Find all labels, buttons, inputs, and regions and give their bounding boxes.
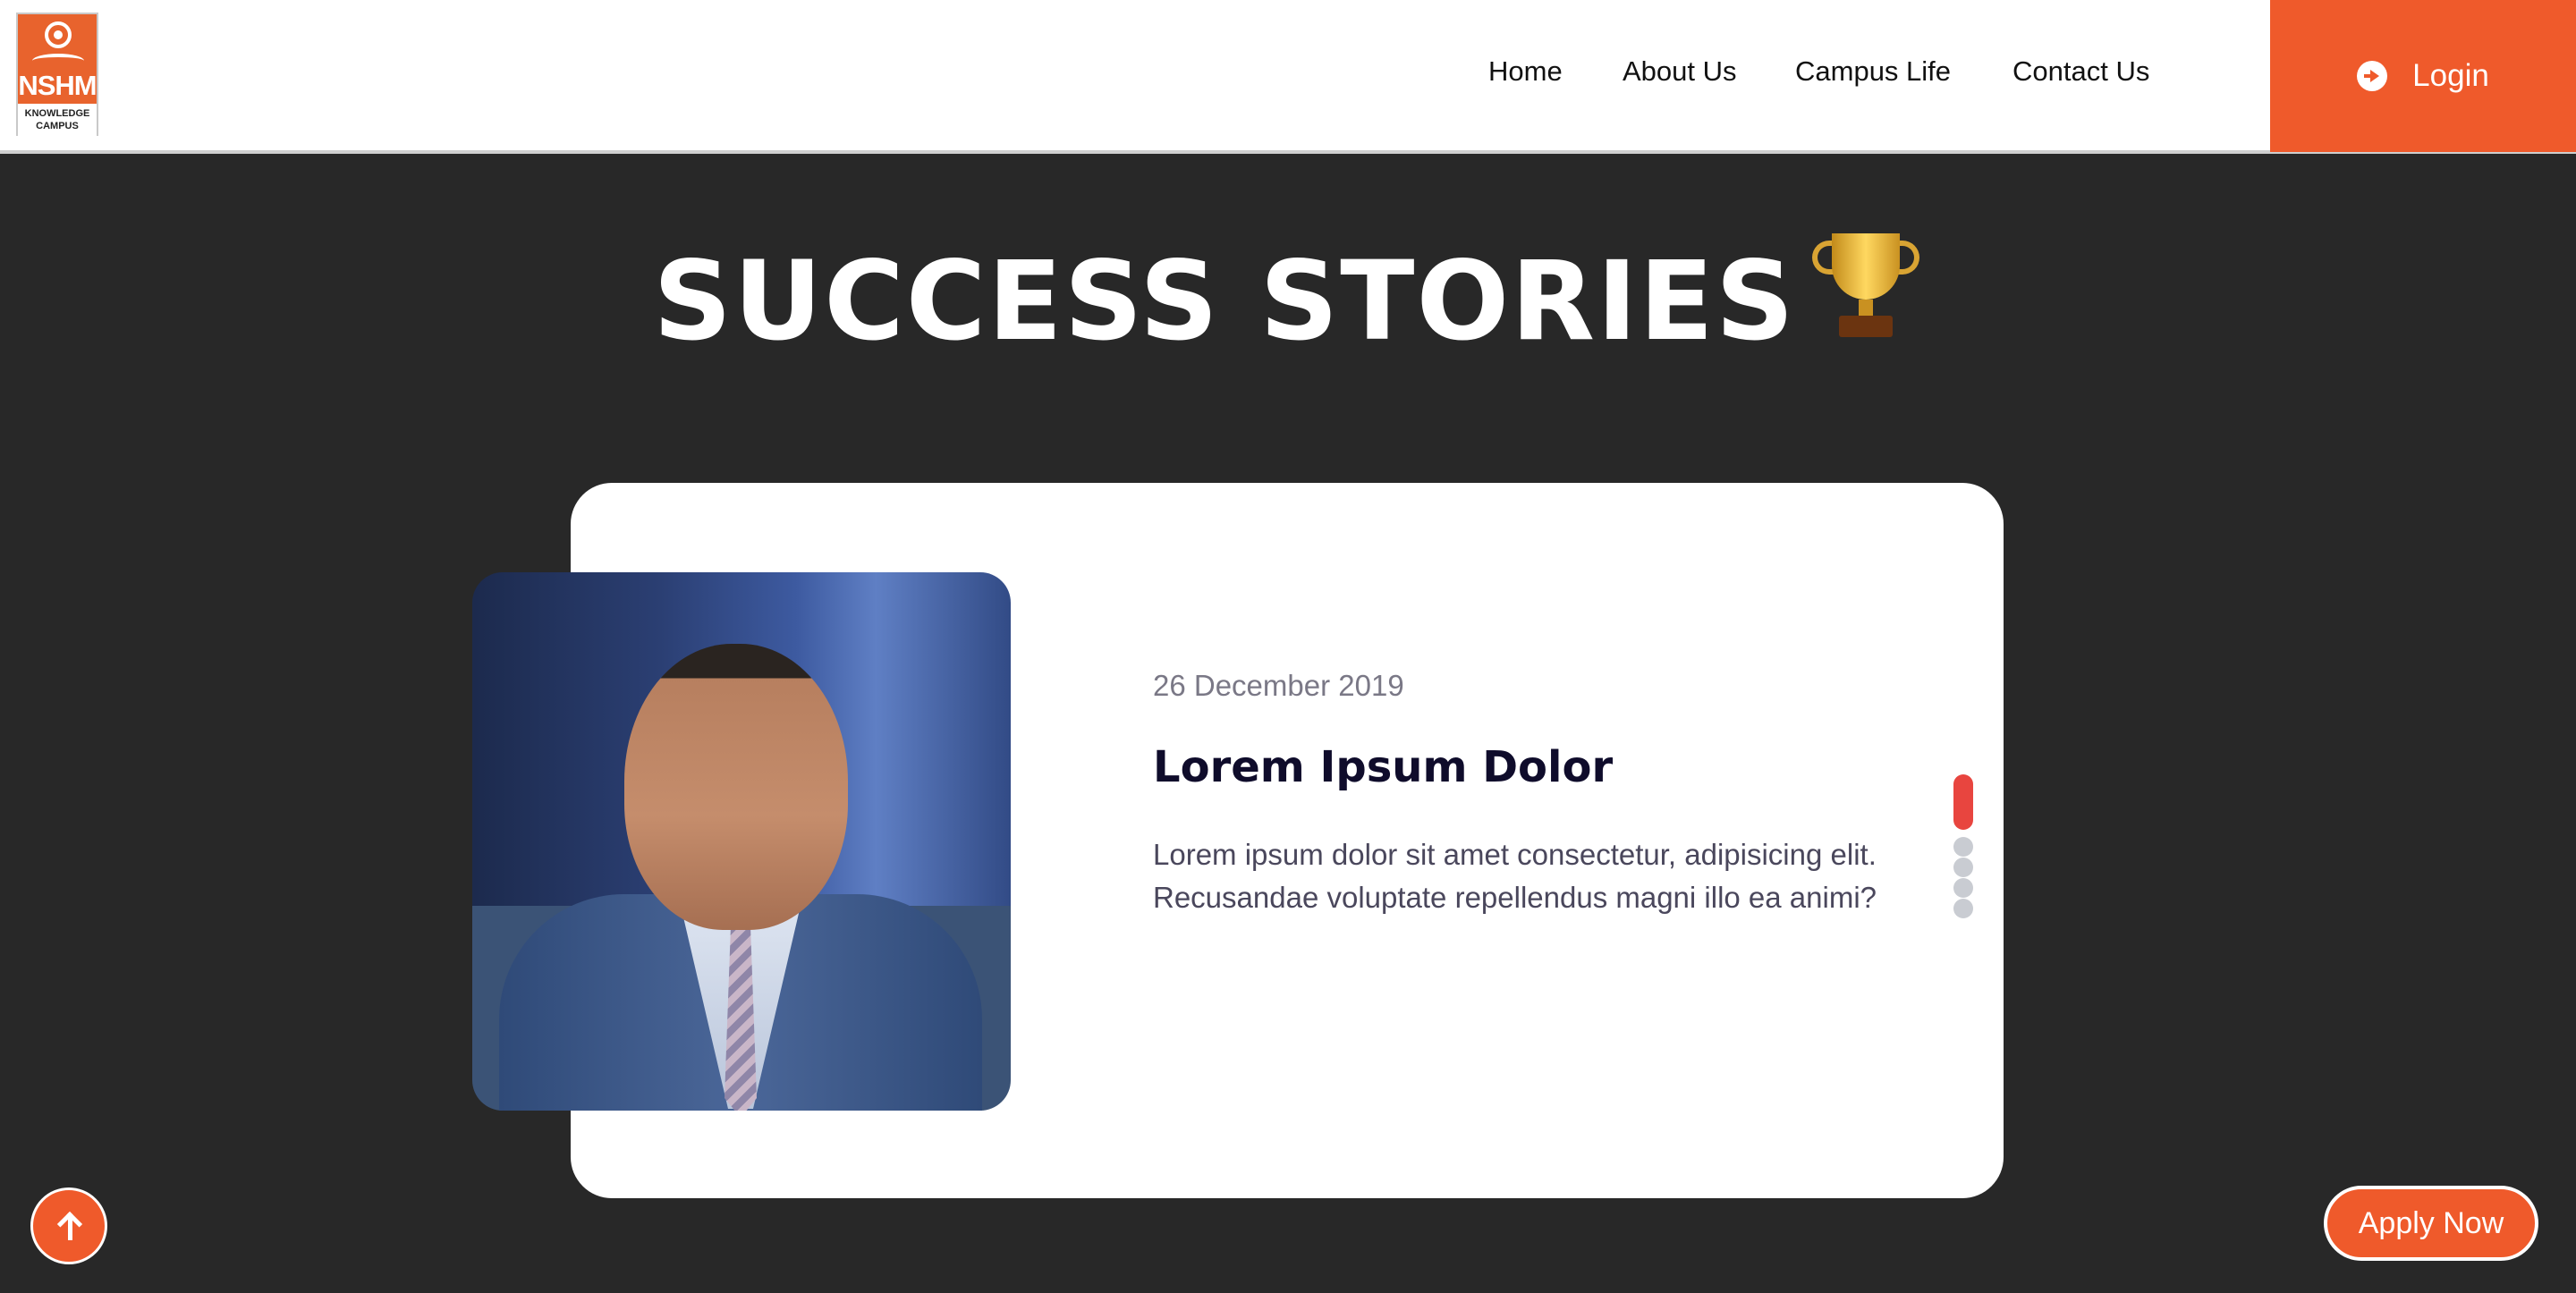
logo-subtext: KNOWLEDGE CAMPUS [18,104,97,136]
nav-home[interactable]: Home [1488,55,1563,88]
pager-dot-1[interactable] [1953,774,1973,830]
trophy-icon [1809,228,1923,342]
story-date: 26 December 2019 [1153,669,1404,702]
arrow-circle-right-icon [2357,61,2388,91]
nshm-logo[interactable]: NSHM KNOWLEDGE CAMPUS [16,13,98,136]
login-label: Login [2412,58,2489,93]
story-heading: Lorem Ipsum Dolor [1153,742,1614,792]
book-icon [32,54,84,68]
pager-dot-3[interactable] [1953,858,1973,877]
apply-now-button[interactable]: Apply Now [2324,1186,2538,1261]
nav-contact-us[interactable]: Contact Us [2012,55,2149,88]
story-text: Lorem ipsum dolor sit amet consectetur, … [1153,838,1877,914]
story-photo [472,572,1011,1111]
section-title-text: SUCCESS STORIES [653,238,1796,365]
section-title: SUCCESS STORIES [0,228,2576,368]
site-header: NSHM KNOWLEDGE CAMPUS Home About Us Camp… [0,0,2576,154]
pager-dot-4[interactable] [1953,878,1973,898]
nav-campus-life[interactable]: Campus Life [1795,55,1951,88]
pager-dot-2[interactable] [1953,837,1973,857]
login-button[interactable]: Login [2270,0,2576,152]
scroll-to-top-button[interactable] [30,1187,107,1264]
sun-icon [45,21,72,48]
nav-about-us[interactable]: About Us [1623,55,1737,88]
story-pager [1953,774,1973,919]
logo-text: NSHM [18,70,97,101]
pager-dot-5[interactable] [1953,899,1973,918]
